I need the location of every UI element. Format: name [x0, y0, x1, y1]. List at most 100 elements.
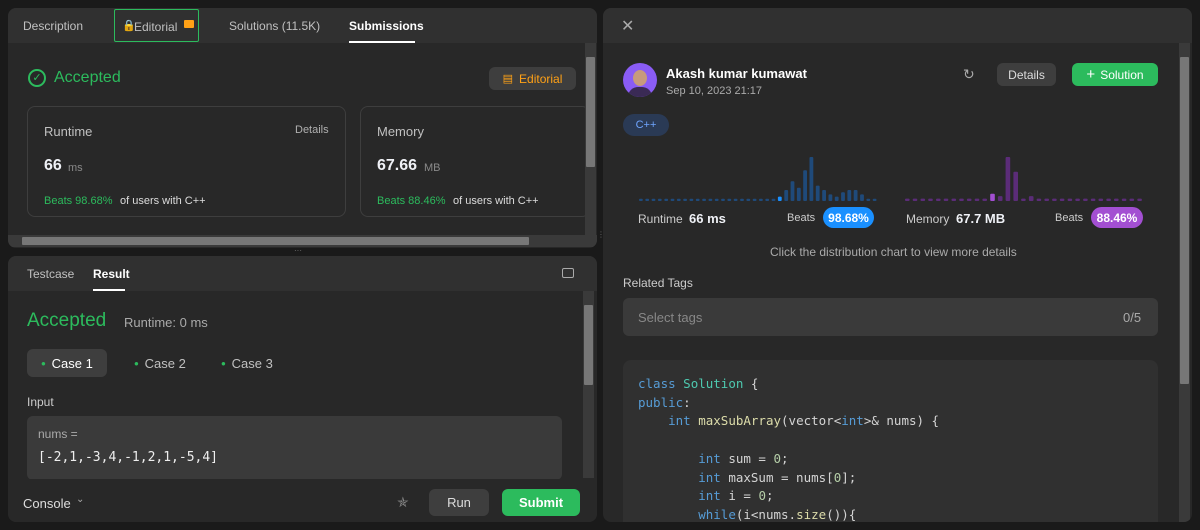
distribution-bar[interactable] — [1021, 198, 1026, 201]
refresh-icon[interactable]: ↻ — [963, 66, 975, 83]
distribution-bar[interactable] — [683, 198, 687, 201]
memory-distribution-chart[interactable] — [905, 153, 1145, 203]
runtime-card[interactable]: Runtime Details 66 ms Beats 98.68% of us… — [27, 106, 346, 217]
distribution-bar[interactable] — [1013, 171, 1018, 201]
distribution-bar[interactable] — [1075, 198, 1080, 201]
distribution-bar[interactable] — [784, 190, 789, 201]
tab-result[interactable]: Result — [93, 267, 130, 281]
bug-icon[interactable]: ✯ — [397, 494, 409, 511]
distribution-bar[interactable] — [765, 198, 770, 201]
case-2-tab[interactable]: • Case 2 — [120, 349, 200, 377]
horizontal-scrollbar[interactable] — [8, 235, 597, 247]
distribution-bar[interactable] — [796, 187, 801, 201]
distribution-bar[interactable] — [834, 196, 839, 201]
memory-card[interactable]: Memory 67.66 MB Beats 88.46% of users wi… — [360, 106, 590, 217]
distribution-bar[interactable] — [1059, 198, 1065, 201]
distribution-bar[interactable] — [777, 196, 782, 201]
distribution-bar[interactable] — [740, 198, 744, 201]
distribution-bar[interactable] — [676, 198, 681, 201]
submit-button[interactable]: Submit — [502, 489, 580, 516]
distribution-bar[interactable] — [695, 198, 700, 201]
distribution-bar[interactable] — [733, 198, 738, 201]
console-toggle[interactable]: Console — [23, 496, 71, 511]
scroll-thumb[interactable] — [586, 57, 595, 167]
vertical-scrollbar[interactable] — [585, 43, 596, 236]
distribution-bar[interactable] — [841, 192, 845, 201]
distribution-bar[interactable] — [822, 190, 826, 201]
distribution-bar[interactable] — [828, 194, 833, 201]
distribution-bar[interactable] — [1067, 198, 1073, 201]
add-solution-button[interactable]: + Solution — [1072, 63, 1158, 86]
distribution-bar[interactable] — [790, 181, 795, 201]
distribution-bar[interactable] — [1129, 198, 1135, 201]
details-button[interactable]: Details — [997, 63, 1056, 86]
distribution-bar[interactable] — [920, 198, 926, 201]
distribution-bar[interactable] — [639, 198, 643, 201]
distribution-bar[interactable] — [809, 157, 814, 201]
distribution-bar[interactable] — [982, 198, 987, 201]
distribution-bar[interactable] — [771, 198, 776, 201]
tab-solutions[interactable]: Solutions (11.5K) — [229, 19, 320, 33]
distribution-bar[interactable] — [664, 198, 669, 201]
distribution-bar[interactable] — [1121, 198, 1127, 201]
distribution-bar[interactable] — [1137, 198, 1142, 201]
distribution-bar[interactable] — [866, 198, 871, 201]
distribution-bar[interactable] — [1036, 198, 1042, 201]
resize-handle[interactable]: ··· — [294, 247, 306, 255]
case-3-tab[interactable]: • Case 3 — [207, 349, 287, 377]
chevron-down-icon[interactable]: ⌄ — [76, 494, 84, 505]
distribution-bar[interactable] — [645, 198, 650, 201]
distribution-bar[interactable] — [1083, 198, 1088, 201]
run-button[interactable]: Run — [429, 489, 489, 516]
detail-scroll-thumb[interactable] — [1180, 57, 1189, 384]
distribution-bar[interactable] — [759, 198, 763, 201]
distribution-bar[interactable] — [974, 198, 980, 201]
distribution-bar[interactable] — [815, 185, 820, 201]
distribution-bar[interactable] — [670, 198, 675, 201]
layout-icon[interactable] — [562, 268, 574, 278]
hscroll-thumb[interactable] — [22, 237, 529, 245]
distribution-bar[interactable] — [936, 198, 941, 201]
distribution-bar[interactable] — [727, 198, 732, 201]
distribution-bar[interactable] — [1106, 198, 1111, 201]
distribution-bar[interactable] — [1028, 196, 1034, 201]
distribution-bar[interactable] — [860, 194, 864, 201]
close-icon[interactable]: ✕ — [621, 16, 634, 36]
distribution-bar[interactable] — [702, 198, 706, 201]
author-name[interactable]: Akash kumar kumawat — [666, 66, 807, 81]
distribution-bar[interactable] — [951, 198, 957, 201]
distribution-bar[interactable] — [912, 198, 918, 201]
distribution-bar[interactable] — [803, 170, 807, 201]
distribution-bar[interactable] — [657, 198, 662, 201]
distribution-bar[interactable] — [959, 198, 964, 201]
distribution-bar[interactable] — [721, 198, 725, 201]
distribution-bar[interactable] — [847, 190, 852, 201]
distribution-bar[interactable] — [1098, 198, 1104, 201]
distribution-bar[interactable] — [1052, 198, 1057, 201]
distribution-bar[interactable] — [872, 198, 877, 201]
distribution-bar[interactable] — [997, 196, 1003, 201]
distribution-bar[interactable] — [1114, 198, 1119, 201]
distribution-bar[interactable] — [746, 198, 751, 201]
result-scrollbar[interactable] — [583, 291, 594, 478]
distribution-bar[interactable] — [1044, 198, 1049, 201]
runtime-details-link[interactable]: Details — [295, 124, 329, 136]
distribution-bar[interactable] — [966, 198, 972, 201]
editorial-button[interactable]: ▤ Editorial — [489, 67, 576, 90]
distribution-bar[interactable] — [689, 198, 694, 201]
case-1-tab[interactable]: • Case 1 — [27, 349, 107, 377]
tab-testcase[interactable]: Testcase — [27, 267, 74, 281]
tab-submissions[interactable]: Submissions — [349, 19, 424, 33]
detail-scrollbar[interactable] — [1179, 43, 1190, 522]
distribution-bar[interactable] — [651, 198, 656, 201]
distribution-bar[interactable] — [1090, 198, 1096, 201]
tags-select[interactable]: Select tags 0/5 — [623, 298, 1158, 336]
result-scroll-thumb[interactable] — [584, 305, 593, 385]
distribution-bar[interactable] — [928, 198, 933, 201]
avatar[interactable] — [623, 63, 657, 97]
distribution-bar[interactable] — [905, 198, 910, 201]
tab-description[interactable]: Description — [23, 19, 83, 33]
distribution-bar[interactable] — [752, 198, 757, 201]
distribution-bar[interactable] — [708, 198, 713, 201]
distribution-bar[interactable] — [714, 198, 719, 201]
